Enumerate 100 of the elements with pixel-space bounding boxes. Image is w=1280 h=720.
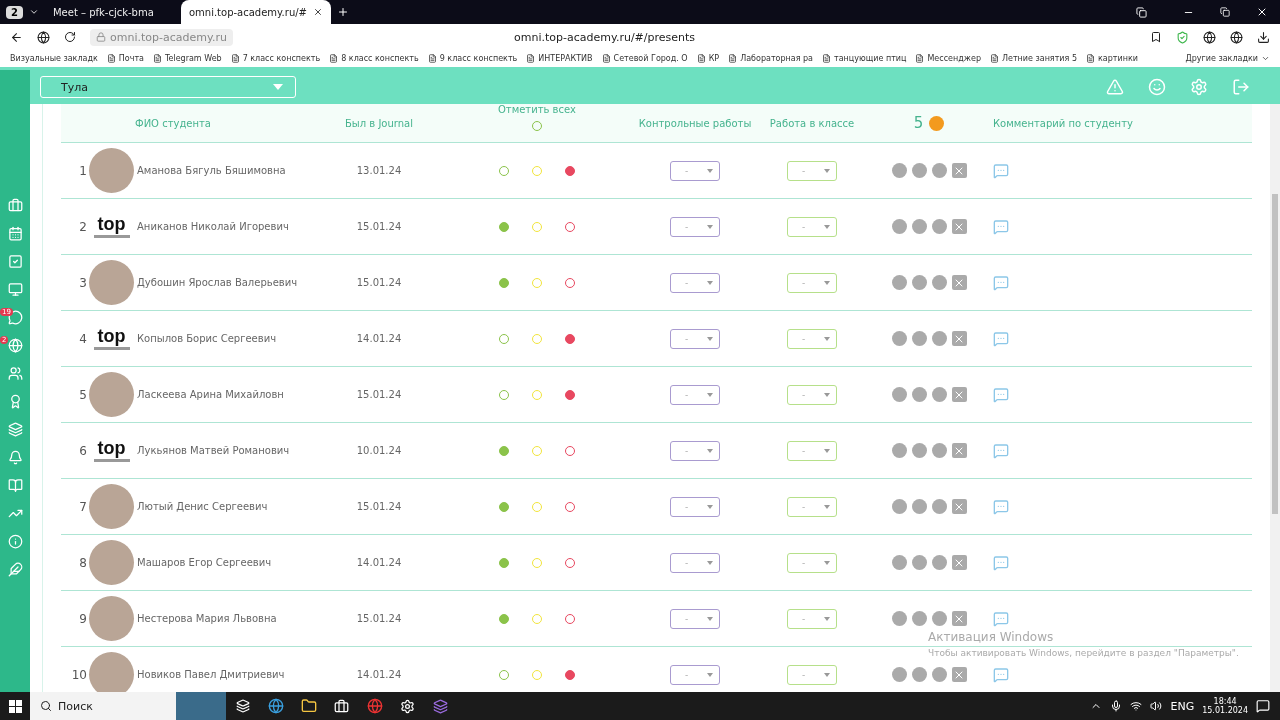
comment-icon[interactable]	[993, 610, 1009, 627]
attendance-radio[interactable]	[499, 501, 509, 512]
microphone-icon[interactable]	[1110, 700, 1123, 712]
bookmark-link[interactable]: 7 класс конспекть	[230, 54, 321, 63]
bookmark-link[interactable]: Telegram Web	[153, 54, 222, 63]
close-icon[interactable]	[312, 7, 323, 17]
sidebar-nav-icon[interactable]	[7, 226, 23, 241]
taskbar-clock[interactable]: 18:44 15.01.2024	[1202, 697, 1248, 715]
coin-icon[interactable]	[891, 163, 907, 178]
comment-icon[interactable]	[993, 274, 1009, 291]
reload-icon[interactable]	[64, 31, 76, 43]
coin-icon[interactable]	[931, 611, 947, 626]
bookmark-link[interactable]: Лабораторная ра	[728, 54, 813, 63]
comment-icon[interactable]	[993, 666, 1009, 683]
browser-icon[interactable]	[366, 698, 383, 714]
coin-icon[interactable]	[891, 443, 907, 458]
sidebar-nav-icon[interactable]	[7, 198, 23, 213]
coin-icon[interactable]	[931, 555, 947, 570]
browser-tab[interactable]: Meet – pfk-cjck-bma	[44, 0, 175, 24]
network-icon[interactable]	[1130, 700, 1143, 712]
bookmark-link[interactable]: Сетевой Город. О	[601, 54, 688, 63]
sidebar-nav-icon[interactable]	[7, 534, 23, 549]
coin-icon[interactable]	[891, 611, 907, 626]
notifications-icon[interactable]	[1256, 699, 1270, 713]
browser-tab[interactable]: omni.top-academy.ru/#	[180, 0, 331, 24]
comment-icon[interactable]	[993, 554, 1009, 571]
sidebar-nav-icon[interactable]	[7, 478, 23, 493]
attendance-radio[interactable]	[499, 613, 509, 624]
bookmark-link[interactable]: танцующие птиц	[822, 54, 907, 63]
coin-icon[interactable]	[931, 387, 947, 402]
folder-icon[interactable]	[300, 698, 317, 714]
coin-icon[interactable]	[911, 667, 927, 682]
city-dropdown[interactable]: Тула	[40, 76, 296, 98]
bookmark-link[interactable]: картинки	[1086, 54, 1138, 63]
coin-icon[interactable]	[931, 163, 947, 178]
sidebar-nav-icon[interactable]	[7, 282, 23, 297]
sidebar-nav-icon[interactable]	[7, 338, 23, 353]
attendance-radio[interactable]	[499, 221, 509, 232]
coin-icon[interactable]	[911, 611, 927, 626]
app-icon[interactable]	[400, 698, 415, 714]
taskbar-search[interactable]: Поиск	[30, 692, 176, 720]
comment-icon[interactable]	[993, 386, 1009, 403]
volume-icon[interactable]	[1150, 700, 1163, 712]
attendance-radio[interactable]	[499, 445, 509, 456]
coin-icon[interactable]	[911, 275, 927, 290]
comment-icon[interactable]	[993, 218, 1009, 235]
attendance-radio[interactable]	[565, 333, 575, 344]
bookmark-link[interactable]: 8 класс конспекть	[329, 54, 419, 63]
coin-icon[interactable]	[891, 219, 907, 234]
shield-icon[interactable]	[1176, 30, 1189, 44]
download-icon[interactable]	[1257, 30, 1270, 44]
back-icon[interactable]	[10, 30, 23, 44]
globe-icon[interactable]	[37, 30, 50, 44]
browser-icon[interactable]	[267, 698, 284, 714]
bookmark-link[interactable]: 9 класс конспекть	[427, 54, 518, 63]
coin-icon[interactable]	[911, 163, 927, 178]
settings-icon[interactable]	[1190, 78, 1208, 96]
coin-icon[interactable]	[891, 275, 907, 290]
bookmark-link[interactable]: ИНТЕРАКТИВ	[526, 54, 593, 63]
coin-icon[interactable]	[891, 667, 907, 682]
bookmark-link[interactable]: Почта	[106, 54, 144, 63]
coin-icon[interactable]	[931, 275, 947, 290]
coin-icon[interactable]	[911, 331, 927, 346]
sidebar-nav-icon[interactable]	[7, 422, 23, 437]
attendance-radio[interactable]	[565, 389, 575, 400]
warning-icon[interactable]	[1106, 78, 1124, 96]
comment-icon[interactable]	[993, 498, 1009, 515]
coin-icon[interactable]	[911, 219, 927, 234]
other-bookmarks[interactable]: Другие закладки	[1185, 54, 1270, 63]
comment-icon[interactable]	[993, 442, 1009, 459]
restore-icon[interactable]	[1220, 7, 1230, 17]
sidebar-nav-icon[interactable]	[7, 254, 23, 269]
coin-icon[interactable]	[911, 387, 927, 402]
attendance-radio[interactable]	[499, 557, 509, 568]
coin-icon[interactable]	[931, 667, 947, 682]
coin-icon[interactable]	[931, 443, 947, 458]
logout-icon[interactable]	[1232, 78, 1250, 96]
smile-icon[interactable]	[1148, 78, 1166, 96]
attendance-radio[interactable]	[499, 277, 509, 288]
comment-icon[interactable]	[993, 162, 1009, 179]
bookmark-icon[interactable]	[1150, 31, 1162, 43]
windows-logo-icon[interactable]	[8, 699, 22, 713]
sidebar-nav-icon[interactable]	[7, 562, 23, 577]
language-indicator[interactable]: ENG	[1170, 699, 1195, 713]
attendance-radio[interactable]	[565, 165, 575, 176]
tabs-icon[interactable]	[1136, 6, 1147, 18]
tab-counter[interactable]: 2	[6, 5, 23, 19]
coin-icon[interactable]	[911, 555, 927, 570]
comment-icon[interactable]	[993, 330, 1009, 347]
scrollbar-thumb[interactable]	[1272, 194, 1278, 514]
coin-icon[interactable]	[911, 499, 927, 514]
attendance-radio[interactable]	[565, 669, 575, 680]
globe-icon[interactable]	[1203, 30, 1216, 44]
coin-icon[interactable]	[931, 331, 947, 346]
sidebar-nav-icon[interactable]	[7, 450, 23, 465]
sidebar-nav-icon[interactable]	[7, 366, 23, 381]
coin-icon[interactable]	[931, 499, 947, 514]
close-icon[interactable]	[1256, 6, 1268, 18]
coin-icon[interactable]	[891, 555, 907, 570]
coin-icon[interactable]	[911, 443, 927, 458]
